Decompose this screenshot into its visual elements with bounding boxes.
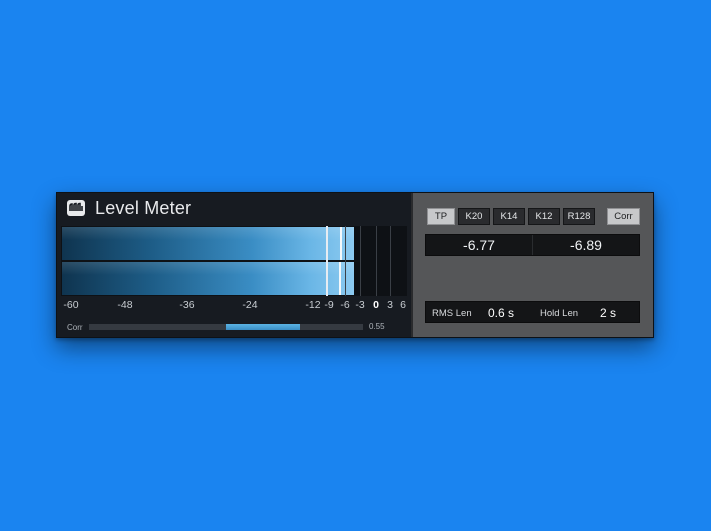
left-channel-level bbox=[62, 227, 354, 260]
scale-tick-label: -9 bbox=[324, 299, 334, 311]
meter-grid-line bbox=[376, 226, 377, 296]
meter-scale: -60 -48 -36 -24 -12 -9 -6 -3 0 3 6 bbox=[57, 299, 411, 313]
scale-tick-label: 6 bbox=[400, 299, 406, 311]
left-channel-bar bbox=[62, 227, 360, 260]
scale-tick-label: 0 bbox=[373, 299, 379, 311]
right-peak-value[interactable]: -6.89 bbox=[532, 235, 639, 255]
scale-tick-label: 3 bbox=[387, 299, 393, 311]
scale-tick-label: -12 bbox=[305, 299, 321, 311]
right-channel-bar bbox=[62, 262, 360, 295]
left-peak-value[interactable]: -6.77 bbox=[426, 235, 532, 255]
rms-length-value[interactable]: 0.6 s bbox=[488, 306, 514, 320]
correlation-meter bbox=[89, 324, 363, 330]
presonus-logo-icon bbox=[67, 200, 85, 216]
rms-length-label: RMS Len bbox=[432, 308, 472, 319]
length-settings: RMS Len 0.6 s Hold Len 2 s bbox=[425, 301, 640, 323]
r128-mode-button[interactable]: R128 bbox=[563, 208, 595, 225]
meter-grid-line bbox=[345, 226, 346, 296]
scale-tick-label: -36 bbox=[179, 299, 195, 311]
peak-readout: -6.77 -6.89 bbox=[425, 234, 640, 256]
tp-mode-button[interactable]: TP bbox=[427, 208, 455, 225]
correlation-label: Corr bbox=[67, 323, 83, 332]
meter-grid-line bbox=[390, 226, 391, 296]
level-meter-display bbox=[61, 226, 407, 296]
correlation-value: 0.55 bbox=[369, 322, 385, 331]
plugin-title: Level Meter bbox=[95, 198, 192, 218]
right-peak-hold bbox=[339, 262, 342, 295]
scale-tick-label: -48 bbox=[117, 299, 133, 311]
settings-panel: TP K20 K14 K12 R128 Corr -6.77 -6.89 RMS… bbox=[411, 193, 653, 337]
right-channel-level bbox=[62, 262, 354, 295]
scale-tick-label: -60 bbox=[63, 299, 79, 311]
k20-mode-button[interactable]: K20 bbox=[458, 208, 490, 225]
scale-tick-label: -24 bbox=[242, 299, 258, 311]
rms-reference-marker bbox=[326, 226, 328, 296]
correlation-level bbox=[226, 324, 300, 330]
corr-toggle-button[interactable]: Corr bbox=[607, 208, 640, 225]
hold-length-label: Hold Len bbox=[540, 308, 579, 319]
hold-length-value[interactable]: 2 s bbox=[600, 306, 616, 320]
meter-grid-line bbox=[360, 226, 361, 296]
level-meter-plugin: Level Meter -60 -48 -36 -24 -12 -9 -6 -3 0 3 6 Cor… bbox=[56, 192, 654, 338]
k14-mode-button[interactable]: K14 bbox=[493, 208, 525, 225]
k12-mode-button[interactable]: K12 bbox=[528, 208, 560, 225]
meter-panel: Level Meter -60 -48 -36 -24 -12 -9 -6 -3 0 3 6 Cor… bbox=[57, 193, 411, 337]
scale-tick-label: -6 bbox=[340, 299, 350, 311]
scale-tick-label: -3 bbox=[355, 299, 365, 311]
left-peak-hold bbox=[339, 227, 342, 260]
plugin-header: Level Meter bbox=[57, 193, 411, 223]
